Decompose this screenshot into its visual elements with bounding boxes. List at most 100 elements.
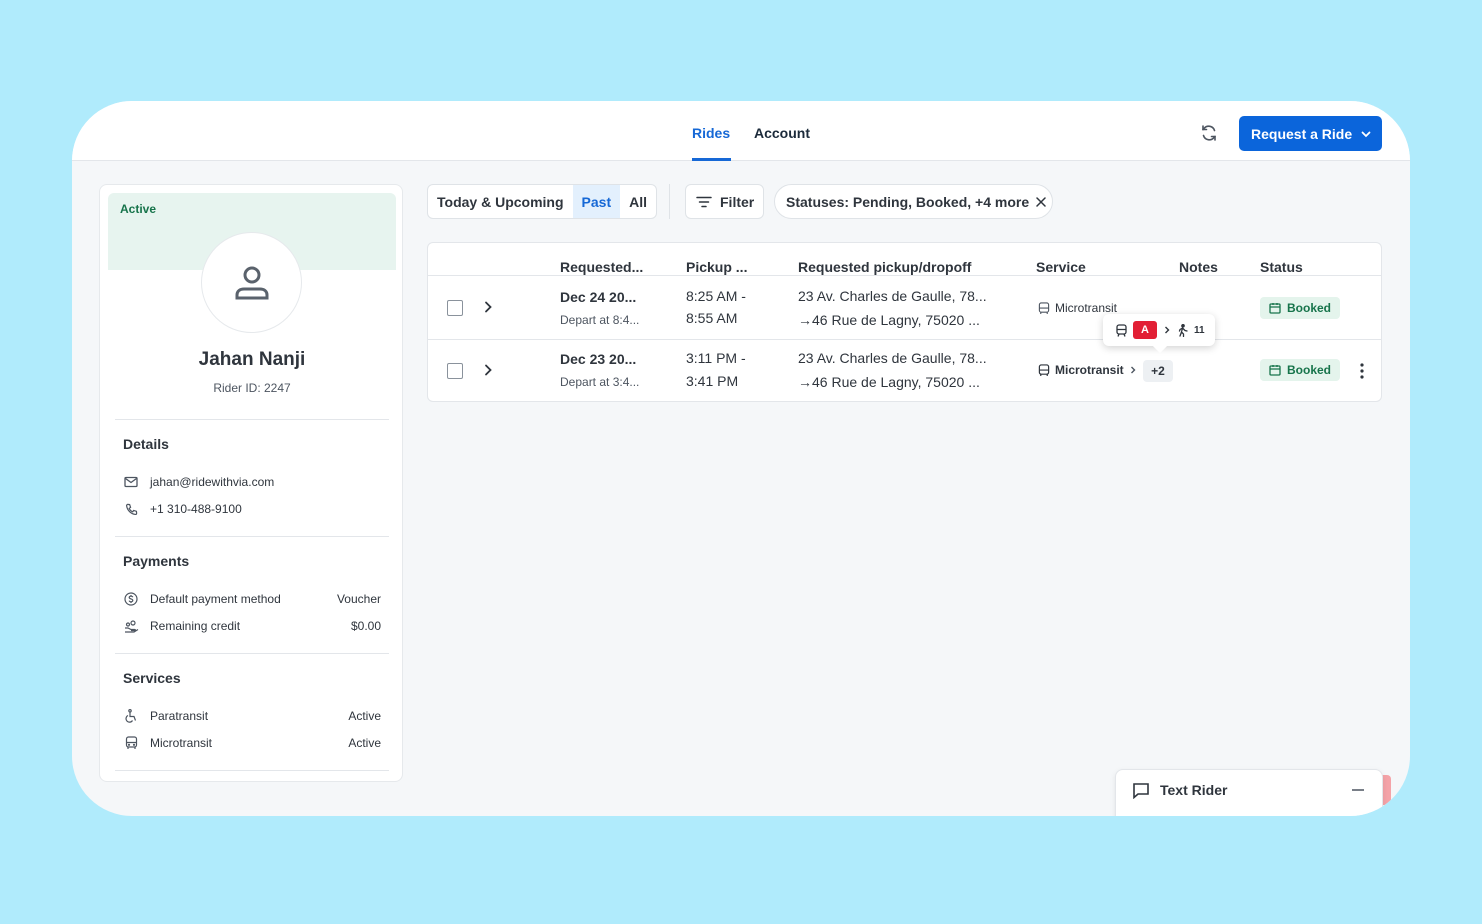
segment-past[interactable]: Past (572, 185, 621, 218)
service-name: Microtransit (1055, 363, 1124, 377)
segment-today-upcoming[interactable]: Today & Upcoming (428, 185, 573, 218)
segment-all[interactable]: All (620, 185, 656, 218)
rider-name: Jahan Nanji (198, 349, 306, 370)
divider (115, 419, 389, 420)
email-value[interactable]: jahan@ridewithvia.com (150, 475, 274, 489)
pickup-window-end: 8:55 AM (686, 310, 738, 326)
service-paratransit-row: Paratransit Active (123, 707, 381, 725)
close-icon[interactable] (1036, 196, 1046, 207)
credit-hand-icon (123, 618, 139, 634)
email-row: jahan@ridewithvia.com (123, 473, 381, 491)
header-divider (428, 275, 1381, 276)
depart-time: Depart at 8:4... (560, 313, 640, 327)
toolbar-divider (669, 184, 670, 219)
pickup-window-start: 8:25 AM - (686, 288, 746, 304)
train-icon (1116, 323, 1127, 337)
status-label: Booked (1287, 301, 1332, 315)
calendar-icon (1269, 303, 1281, 314)
mail-icon (123, 474, 139, 490)
filter-icon (696, 196, 712, 207)
service-cell: Microtransit (1038, 363, 1137, 377)
row-checkbox[interactable] (447, 300, 463, 316)
paratransit-status: Active (348, 709, 381, 723)
payment-method-label: Default payment method (150, 592, 281, 606)
payment-method-value: Voucher (336, 592, 381, 606)
more-vertical-icon[interactable] (1360, 363, 1364, 379)
service-cell: Microtransit (1038, 301, 1117, 315)
column-header-status[interactable]: Status (1260, 259, 1303, 275)
phone-value[interactable]: +1 310-488-9100 (150, 502, 242, 516)
more-legs-badge[interactable]: +2 (1143, 360, 1173, 382)
pickup-address: 23 Av. Charles de Gaulle, 78... (798, 350, 987, 366)
tab-account[interactable]: Account (754, 125, 810, 141)
remaining-credit-label: Remaining credit (150, 619, 241, 633)
phone-icon (123, 501, 139, 517)
chevron-right-icon[interactable] (483, 301, 493, 313)
avatar (201, 232, 302, 333)
column-header-requested[interactable]: Requested... (560, 259, 643, 275)
dropoff-address: 46 Rue de Lagny, 75020 ... (812, 312, 980, 328)
details-title: Details (123, 436, 169, 452)
status-label: Booked (1287, 363, 1332, 377)
row-divider (428, 339, 1381, 340)
divider (115, 536, 389, 537)
dropoff-address-row: →46 Rue de Lagny, 75020 ... (798, 312, 980, 328)
filter-button[interactable]: Filter (685, 184, 764, 219)
calendar-icon (1269, 365, 1281, 376)
microtransit-status: Active (348, 736, 381, 750)
dropoff-address: 46 Rue de Lagny, 75020 ... (812, 374, 980, 390)
route-badge: A (1133, 321, 1157, 339)
request-ride-label: Request a Ride (1251, 125, 1353, 142)
chevron-down-icon (1361, 131, 1371, 137)
text-rider-panel[interactable]: Text Rider (1115, 769, 1383, 816)
requested-date: Dec 24 20... (560, 289, 637, 305)
phone-row: +1 310-488-9100 (123, 500, 381, 518)
pickup-window-start: 3:11 PM - (686, 350, 746, 366)
status-badge: Active (120, 202, 157, 216)
dropoff-address-row: →46 Rue de Lagny, 75020 ... (798, 374, 980, 390)
pickup-window-end: 3:41 PM (686, 373, 739, 389)
route-tooltip: A 11 (1103, 314, 1215, 354)
request-ride-button[interactable]: Request a Ride (1239, 116, 1382, 151)
status-badge: Booked (1260, 359, 1340, 381)
app-window: Rides Account Request a Ride Active Jaha… (72, 101, 1410, 816)
pickup-address: 23 Av. Charles de Gaulle, 78... (798, 288, 987, 304)
depart-time: Depart at 3:4... (560, 375, 640, 389)
panel-edge (1382, 775, 1391, 805)
column-header-pickup-dropoff[interactable]: Requested pickup/dropoff (798, 259, 971, 275)
payment-method-row: Default payment method Voucher (123, 590, 381, 608)
row-checkbox[interactable] (447, 363, 463, 379)
arrow-right-icon: → (798, 312, 812, 328)
filter-label: Filter (720, 193, 755, 210)
walk-icon (1178, 323, 1188, 337)
chevron-right-icon (1165, 326, 1170, 334)
chevron-right-icon[interactable] (483, 364, 493, 376)
remaining-credit-value: $0.00 (350, 619, 381, 633)
tab-rides[interactable]: Rides (692, 125, 730, 141)
rider-id: Rider ID: 2247 (213, 381, 291, 395)
ride-time-segmented-control: Today & Upcoming Past All (427, 184, 657, 219)
column-header-service[interactable]: Service (1036, 259, 1086, 275)
dollar-circle-icon (123, 591, 139, 607)
requested-date: Dec 23 20... (560, 351, 637, 367)
minimize-icon[interactable] (1352, 789, 1364, 791)
status-filter-chip[interactable]: Statuses: Pending, Booked, +4 more (774, 184, 1053, 219)
active-tab-indicator (692, 158, 731, 161)
service-microtransit-row: Microtransit Active (123, 734, 381, 752)
payments-title: Payments (123, 553, 190, 569)
rider-profile-card: Active Jahan Nanji Rider ID: 2247 Detail… (99, 184, 403, 782)
bus-icon (1038, 363, 1050, 376)
text-rider-label: Text Rider (1160, 782, 1228, 798)
remaining-credit-row: Remaining credit $0.00 (123, 617, 381, 635)
column-header-pickup[interactable]: Pickup ... (686, 259, 747, 275)
top-navigation: Rides Account Request a Ride (72, 101, 1410, 161)
bus-icon (123, 735, 139, 751)
status-filter-label: Statuses: Pending, Booked, +4 more (786, 193, 1030, 210)
rides-table: Requested... Pickup ... Requested pickup… (427, 242, 1382, 402)
column-header-notes[interactable]: Notes (1179, 259, 1218, 275)
walk-minutes: 11 (1194, 324, 1205, 336)
refresh-icon[interactable] (1199, 123, 1219, 143)
status-badge: Booked (1260, 297, 1340, 319)
services-title: Services (123, 670, 181, 686)
microtransit-label: Microtransit (150, 736, 213, 750)
